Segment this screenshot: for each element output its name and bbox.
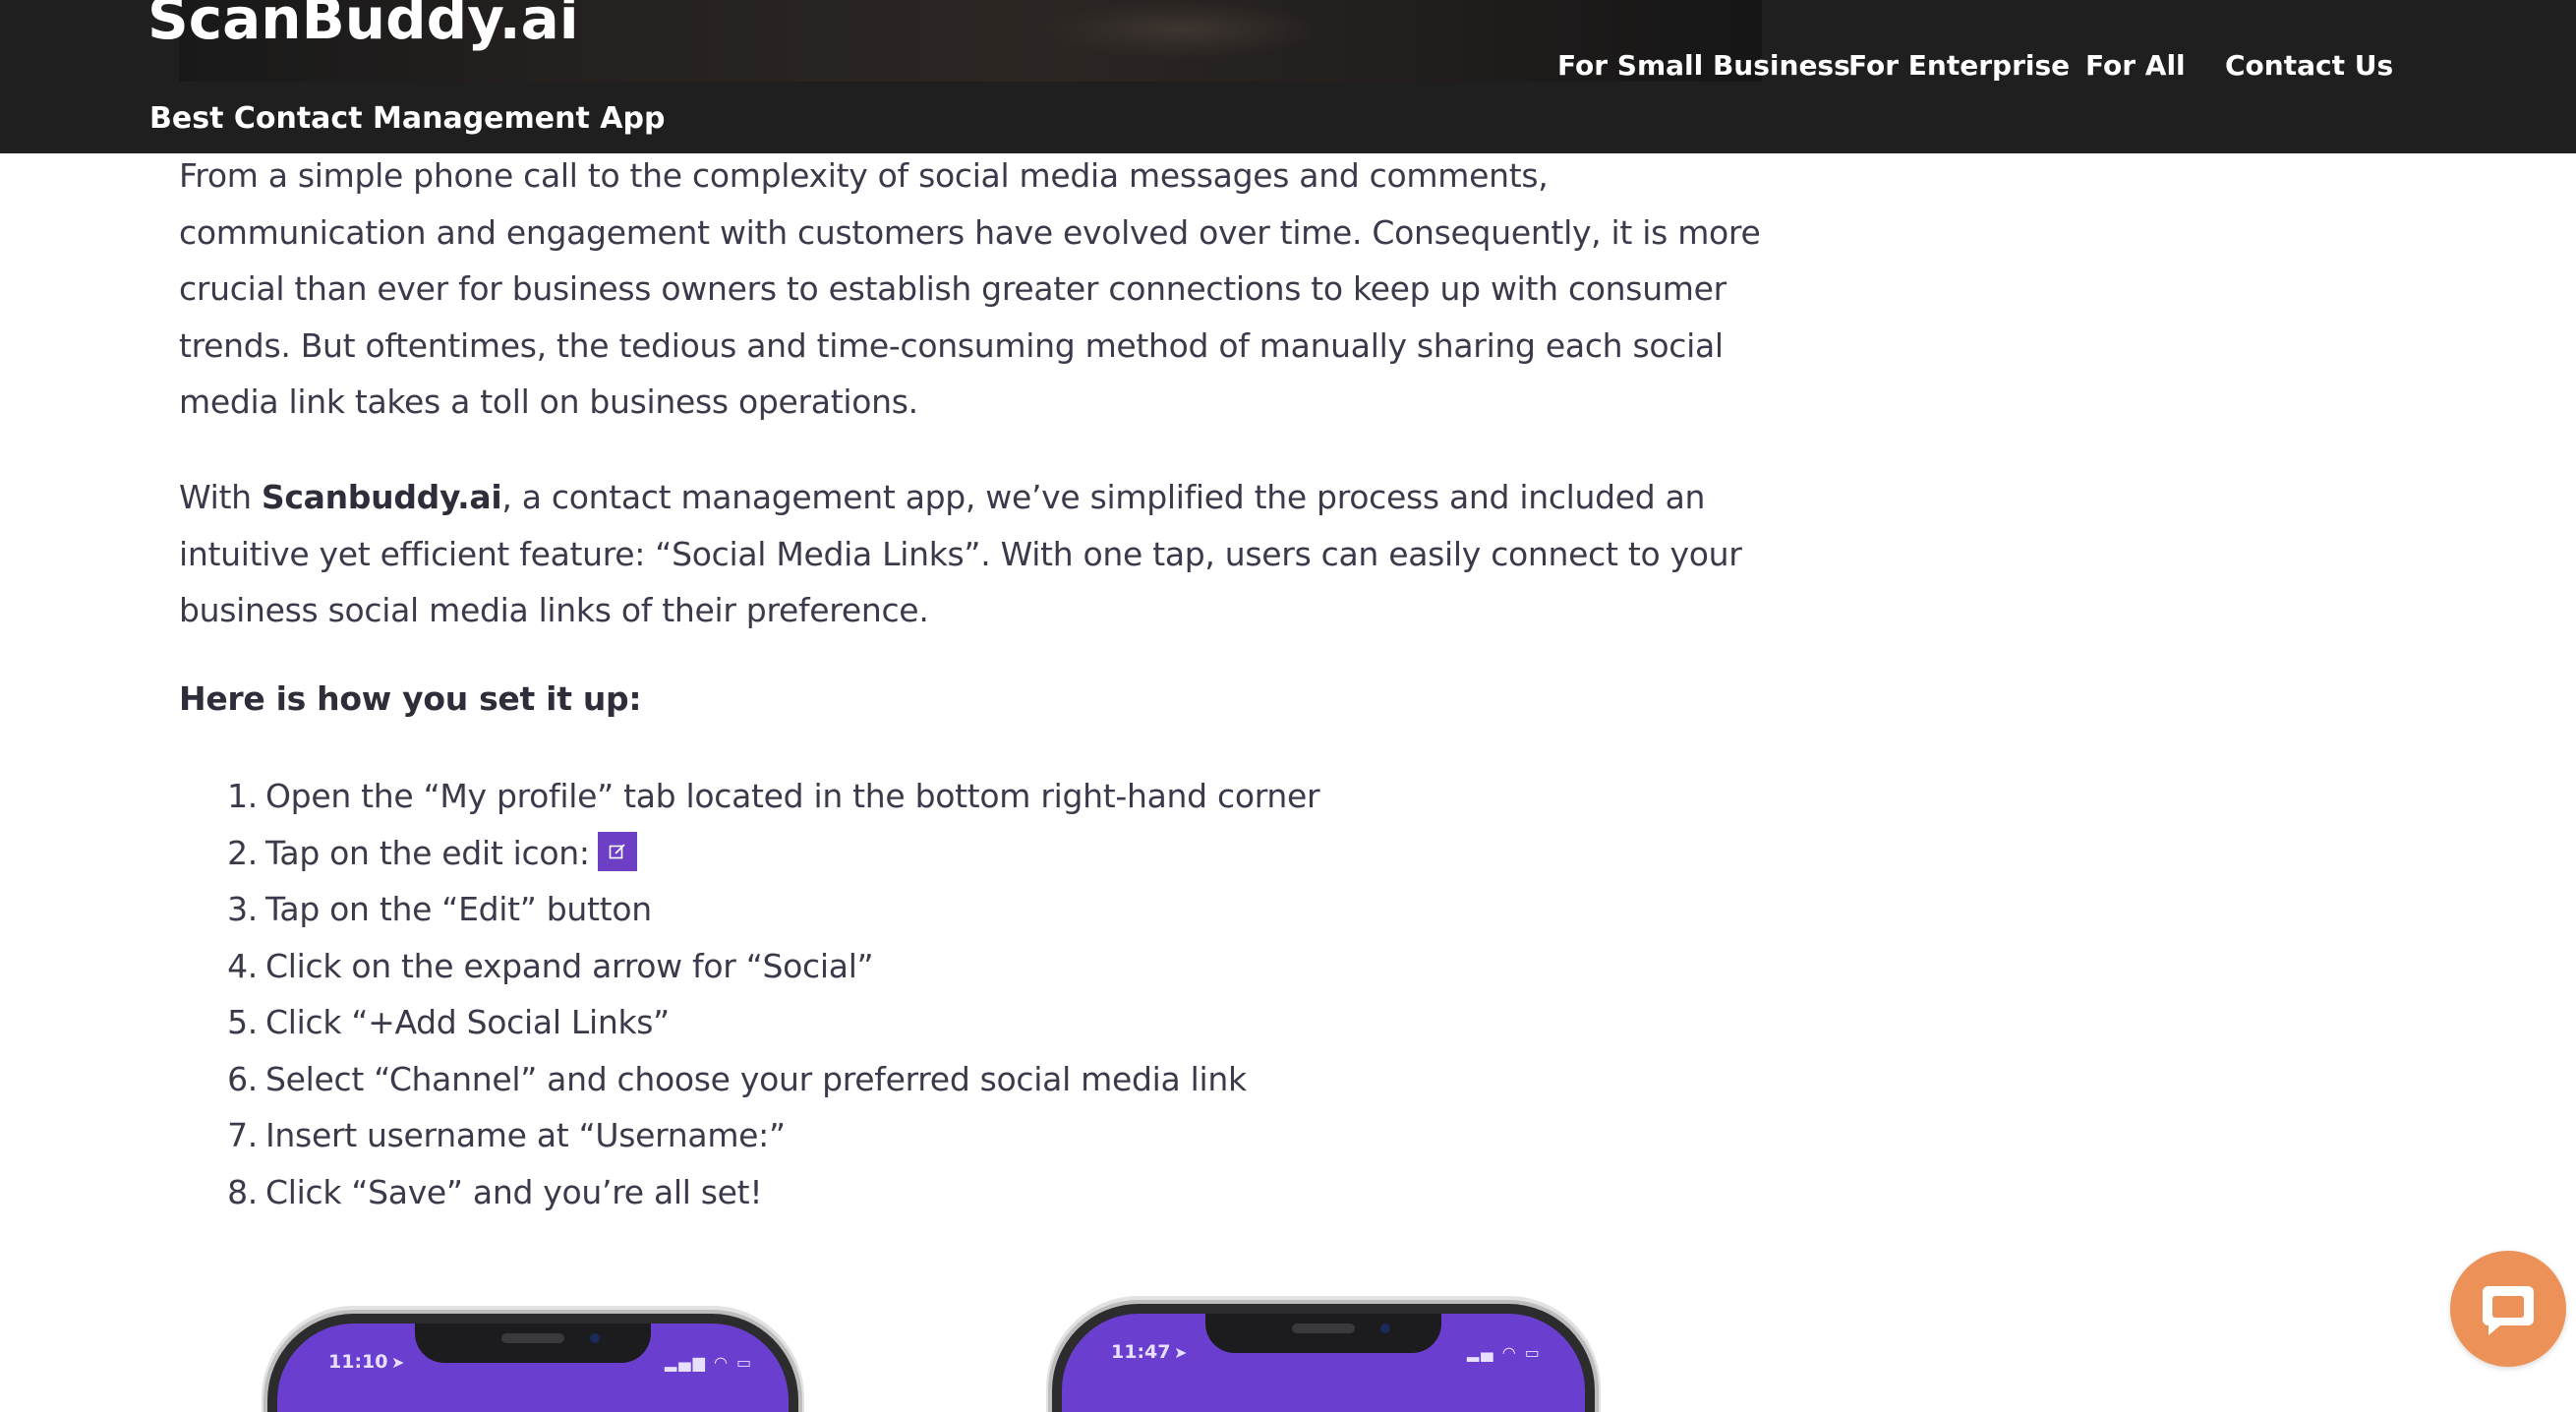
- step-number: 7.: [227, 1116, 258, 1154]
- chat-bubble-icon: [2483, 1286, 2534, 1335]
- intro-line: From a simple phone call to the complexi…: [179, 156, 1549, 195]
- list-item: 1. Open the “My profile” tab located in t…: [179, 768, 1319, 825]
- phone-status-icons: ▂▄ ◠ ▭: [1467, 1343, 1542, 1362]
- phone-speaker: [1292, 1324, 1355, 1333]
- step-text: Insert username at “Username:”: [265, 1116, 786, 1154]
- site-logo[interactable]: ScanBuddy.ai: [147, 0, 579, 47]
- list-item: 4. Click on the expand arrow for “Social”: [179, 938, 874, 995]
- step-number: 8.: [227, 1172, 258, 1211]
- step-number: 1.: [227, 777, 258, 815]
- intro-paragraph: From a simple phone call to the complexi…: [179, 147, 1772, 431]
- nav-link-small-business[interactable]: For Small Business: [1557, 49, 1850, 82]
- intro-line: trends. But oftentimes, the tedious and …: [179, 325, 1724, 365]
- setup-heading: Here is how you set it up:: [179, 679, 642, 718]
- step-number: 3.: [227, 890, 258, 928]
- step-text: Click on the expand arrow for “Social”: [265, 946, 874, 985]
- nav-link-contact-us[interactable]: Contact Us: [2225, 49, 2393, 82]
- nav-link-enterprise[interactable]: For Enterprise: [1848, 49, 2070, 82]
- feature-line: business social media links of their pre…: [179, 591, 929, 629]
- phone-camera: [590, 1333, 600, 1343]
- step-number: 2.: [227, 833, 258, 872]
- phone-status-time: 11:10: [328, 1351, 388, 1373]
- phone-speaker: [501, 1333, 564, 1343]
- site-header: ScanBuddy.ai Best Contact Management App…: [0, 0, 2576, 153]
- list-item: 2. Tap on the edit icon:: [179, 825, 637, 882]
- nav-link-for-all[interactable]: For All: [2085, 49, 2186, 82]
- step-text: Click “Save” and you’re all set!: [265, 1172, 763, 1211]
- phone-status-icons: ▂▄▆ ◠ ▭: [665, 1353, 754, 1372]
- list-item: 3. Tap on the “Edit” button: [179, 881, 652, 938]
- intro-line: crucial than ever for business owners to…: [179, 269, 1727, 308]
- step-number: 6.: [227, 1059, 258, 1098]
- step-text: Open the “My profile” tab located in the…: [265, 777, 1320, 815]
- list-item: 6. Select “Channel” and choose your prefe…: [179, 1051, 1247, 1108]
- list-item: 8. Click “Save” and you’re all set!: [179, 1164, 762, 1221]
- list-item: 7. Insert username at “Username:”: [179, 1107, 786, 1164]
- main-nav: For Small Business For Enterprise For Al…: [0, 49, 2576, 88]
- feature-paragraph: With Scanbuddy.ai, a contact management …: [179, 469, 1772, 639]
- feature-line: , a contact management app, we’ve simpli…: [501, 478, 1706, 516]
- feature-prefix: With: [179, 478, 262, 516]
- step-number: 4.: [227, 946, 258, 985]
- site-tagline: Best Contact Management App: [149, 101, 666, 136]
- feature-line: intuitive yet efficient feature: “Social…: [179, 534, 1742, 573]
- step-number: 5.: [227, 1003, 258, 1041]
- step-text: Select “Channel” and choose your preferr…: [265, 1059, 1247, 1098]
- edit-icon: [597, 832, 637, 871]
- intro-line: media link takes a toll on business oper…: [179, 382, 918, 421]
- phone-notch: [1205, 1314, 1441, 1353]
- step-text: Click “+Add Social Links”: [265, 1003, 670, 1041]
- location-arrow-icon: ➤: [391, 1353, 405, 1372]
- chat-widget-button[interactable]: [2450, 1251, 2566, 1367]
- step-text: Tap on the “Edit” button: [265, 890, 652, 928]
- list-item: 5. Click “+Add Social Links”: [179, 994, 670, 1051]
- intro-line: communication and engagement with custom…: [179, 212, 1761, 252]
- feature-brand-name: Scanbuddy.ai: [261, 478, 502, 516]
- phone-status-time: 11:47: [1111, 1341, 1171, 1363]
- phone-screenshot-image: 11:47 ➤ ▂▄ ◠ ▭: [1052, 1304, 1595, 1412]
- step-text: Tap on the edit icon:: [265, 833, 590, 872]
- phone-camera: [1380, 1324, 1390, 1333]
- phone-notch: [415, 1324, 651, 1363]
- location-arrow-icon: ➤: [1174, 1343, 1188, 1362]
- phone-screenshot-image: 11:10 ➤ ▂▄▆ ◠ ▭: [267, 1314, 798, 1412]
